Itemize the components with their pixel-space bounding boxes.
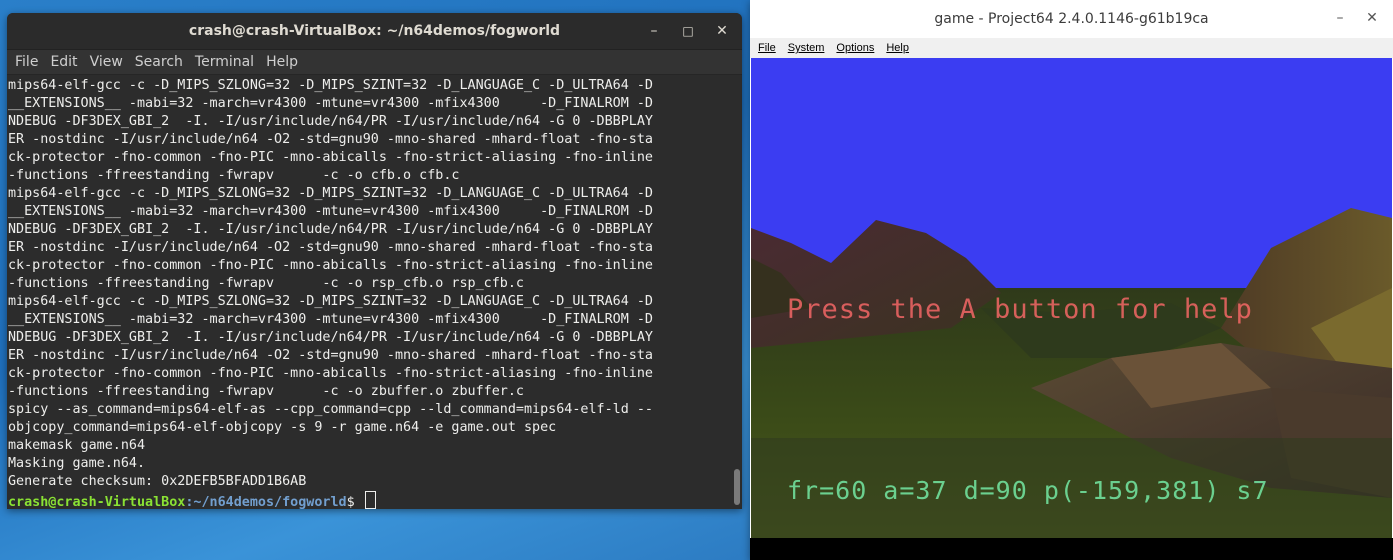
emulator-title: game - Project64 2.4.0.1146-g61b19ca bbox=[934, 11, 1209, 27]
maximize-button[interactable]: □ bbox=[678, 21, 698, 41]
output-line: mips64-elf-gcc -c -D_MIPS_SZLONG=32 -D_M… bbox=[8, 78, 653, 93]
minimize-button[interactable]: – bbox=[644, 21, 664, 41]
output-line: __EXTENSIONS__ -mabi=32 -march=vr4300 -m… bbox=[8, 312, 653, 327]
output-line: mips64-elf-gcc -c -D_MIPS_SZLONG=32 -D_M… bbox=[8, 186, 653, 201]
minimize-button[interactable]: – bbox=[1330, 8, 1350, 28]
output-line: -functions -ffreestanding -fwrapv -c -o … bbox=[8, 276, 524, 291]
terminal-menubar: File Edit View Search Terminal Help bbox=[7, 50, 742, 75]
output-line: Masking game.n64. bbox=[8, 456, 146, 471]
help-text: Press the A button for help bbox=[787, 294, 1253, 325]
output-line: ER -nostdinc -I/usr/include/n64 -O2 -std… bbox=[8, 240, 653, 255]
output-line: __EXTENSIONS__ -mabi=32 -march=vr4300 -m… bbox=[8, 96, 653, 111]
output-line: -functions -ffreestanding -fwrapv -c -o … bbox=[8, 168, 460, 183]
output-line: mips64-elf-gcc -c -D_MIPS_SZLONG=32 -D_M… bbox=[8, 294, 653, 309]
status-bar bbox=[750, 538, 1393, 560]
output-line: ck-protector -fno-common -fno-PIC -mno-a… bbox=[8, 366, 653, 381]
menu-help[interactable]: Help bbox=[260, 54, 304, 70]
menu-system[interactable]: System bbox=[782, 42, 831, 54]
menu-edit[interactable]: Edit bbox=[44, 54, 83, 70]
output-line: Generate checksum: 0x2DEFB5BFADD1B6AB bbox=[8, 474, 307, 489]
output-line: ck-protector -fno-common -fno-PIC -mno-a… bbox=[8, 258, 653, 273]
menu-options[interactable]: Options bbox=[830, 42, 880, 54]
menu-file[interactable]: File bbox=[752, 42, 782, 54]
output-line: NDEBUG -DF3DEX_GBI_2 -I. -I/usr/include/… bbox=[8, 222, 653, 237]
terminal-window[interactable]: crash@crash-VirtualBox: ~/n64demos/fogwo… bbox=[7, 13, 742, 509]
prompt-symbol: $ bbox=[346, 495, 363, 509]
menu-file[interactable]: File bbox=[9, 54, 44, 70]
menu-search[interactable]: Search bbox=[129, 54, 189, 70]
output-line: ER -nostdinc -I/usr/include/n64 -O2 -std… bbox=[8, 348, 653, 363]
stats-text: fr=60 a=37 d=90 p(-159,381) s7 bbox=[787, 476, 1269, 505]
terminal-scrollbar[interactable] bbox=[730, 75, 740, 509]
output-line: ER -nostdinc -I/usr/include/n64 -O2 -std… bbox=[8, 132, 653, 147]
prompt-user: crash@crash-VirtualBox bbox=[8, 495, 186, 509]
emulator-window[interactable]: game - Project64 2.4.0.1146-g61b19ca – ✕… bbox=[750, 0, 1393, 560]
prompt-path: :~/n64demos/fogworld bbox=[185, 495, 347, 509]
output-line: spicy --as_command=mips64-elf-as --cpp_c… bbox=[8, 402, 653, 417]
menu-terminal[interactable]: Terminal bbox=[189, 54, 260, 70]
menu-help[interactable]: Help bbox=[880, 42, 915, 54]
menu-view[interactable]: View bbox=[84, 54, 129, 70]
output-line: NDEBUG -DF3DEX_GBI_2 -I. -I/usr/include/… bbox=[8, 114, 653, 129]
output-line: __EXTENSIONS__ -mabi=32 -march=vr4300 -m… bbox=[8, 204, 653, 219]
output-line: objcopy_command=mips64-elf-objcopy -s 9 … bbox=[8, 420, 557, 435]
terminal-output[interactable]: mips64-elf-gcc -c -D_MIPS_SZLONG=32 -D_M… bbox=[7, 75, 728, 509]
terminal-title: crash@crash-VirtualBox: ~/n64demos/fogwo… bbox=[188, 23, 561, 39]
prompt-line[interactable]: crash@crash-VirtualBox:~/n64demos/fogwor… bbox=[8, 491, 728, 509]
emulator-titlebar[interactable]: game - Project64 2.4.0.1146-g61b19ca – ✕ bbox=[750, 0, 1393, 38]
output-line: -functions -ffreestanding -fwrapv -c -o … bbox=[8, 384, 524, 399]
output-line: ck-protector -fno-common -fno-PIC -mno-a… bbox=[8, 150, 653, 165]
output-line: NDEBUG -DF3DEX_GBI_2 -I. -I/usr/include/… bbox=[8, 330, 653, 345]
close-button[interactable]: ✕ bbox=[712, 21, 732, 41]
output-line: makemask game.n64 bbox=[8, 438, 146, 453]
text-cursor bbox=[364, 491, 376, 509]
game-viewport[interactable]: Press the A button for help fr=60 a=37 d… bbox=[751, 58, 1392, 538]
scrollbar-thumb[interactable] bbox=[734, 469, 740, 505]
emulator-menubar: File System Options Help bbox=[750, 38, 1393, 58]
terminal-titlebar[interactable]: crash@crash-VirtualBox: ~/n64demos/fogwo… bbox=[7, 13, 742, 50]
close-button[interactable]: ✕ bbox=[1362, 8, 1382, 28]
